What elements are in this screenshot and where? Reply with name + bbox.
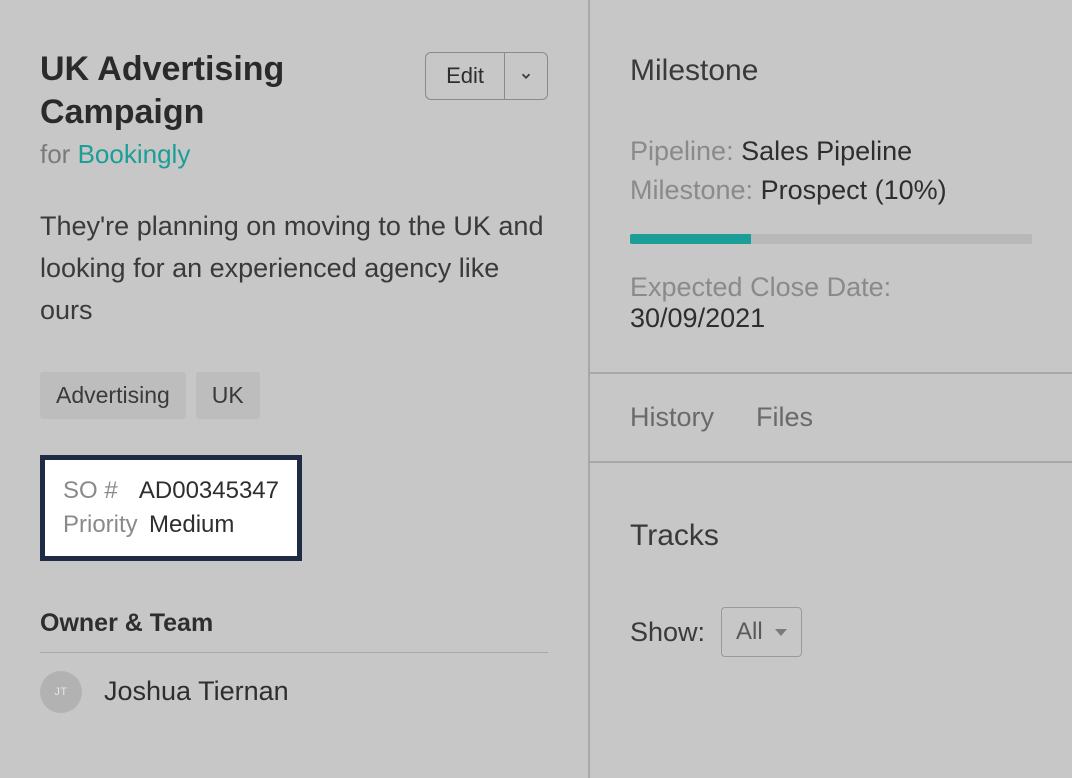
expected-close-value: 30/09/2021 (630, 303, 765, 333)
company-link[interactable]: Bookingly (78, 139, 191, 169)
tab-files[interactable]: Files (756, 402, 813, 433)
owner-avatar[interactable]: JT (40, 671, 82, 713)
tracks-section: Tracks Show: All (590, 463, 1072, 713)
owner-name: Joshua Tiernan (104, 676, 289, 707)
tab-history[interactable]: History (630, 402, 714, 433)
deal-right-panel: Milestone Pipeline: Sales Pipeline Miles… (590, 0, 1072, 778)
tabs-section: History Files (590, 374, 1072, 463)
deal-title: UK Advertising Campaign (40, 48, 360, 133)
milestone-value: Prospect (10%) (761, 175, 947, 205)
priority-label: Priority (63, 511, 149, 539)
tag-list: Advertising UK (40, 372, 548, 419)
milestone-heading: Milestone (630, 54, 1032, 88)
tag-uk[interactable]: UK (196, 372, 260, 419)
milestone-label: Milestone: (630, 175, 761, 205)
deal-left-panel: UK Advertising Campaign Edit for Booking… (0, 0, 590, 778)
edit-button-group: Edit (425, 52, 548, 100)
pipeline-value: Sales Pipeline (741, 136, 912, 166)
tracks-show-row: Show: All (630, 607, 1032, 657)
owner-row: JT Joshua Tiernan (40, 671, 548, 713)
highlight-box: SO # AD00345347 Priority Medium (40, 455, 302, 561)
for-prefix: for (40, 139, 78, 169)
so-number-value: AD00345347 (139, 477, 279, 505)
deal-company-line: for Bookingly (40, 139, 548, 170)
edit-button[interactable]: Edit (425, 52, 505, 100)
chevron-down-icon (519, 69, 533, 83)
milestone-progress-fill (630, 234, 751, 244)
so-number-label: SO # (63, 477, 139, 505)
tag-advertising[interactable]: Advertising (40, 372, 186, 419)
milestone-line: Milestone: Prospect (10%) (630, 175, 1032, 206)
show-select-value: All (736, 618, 763, 646)
tracks-heading: Tracks (630, 519, 1032, 553)
caret-down-icon (775, 629, 787, 636)
show-select[interactable]: All (721, 607, 802, 657)
milestone-section: Milestone Pipeline: Sales Pipeline Miles… (590, 0, 1072, 374)
show-label: Show: (630, 617, 705, 648)
pipeline-label: Pipeline: (630, 136, 741, 166)
expected-close-line: Expected Close Date: 30/09/2021 (630, 272, 1032, 334)
pipeline-line: Pipeline: Sales Pipeline (630, 136, 1032, 167)
expected-close-label: Expected Close Date: (630, 272, 891, 302)
owner-team-heading: Owner & Team (40, 609, 548, 653)
edit-dropdown-button[interactable] (505, 52, 548, 100)
deal-description: They're planning on moving to the UK and… (40, 206, 548, 332)
priority-value: Medium (149, 511, 234, 539)
milestone-progress (630, 234, 1032, 244)
